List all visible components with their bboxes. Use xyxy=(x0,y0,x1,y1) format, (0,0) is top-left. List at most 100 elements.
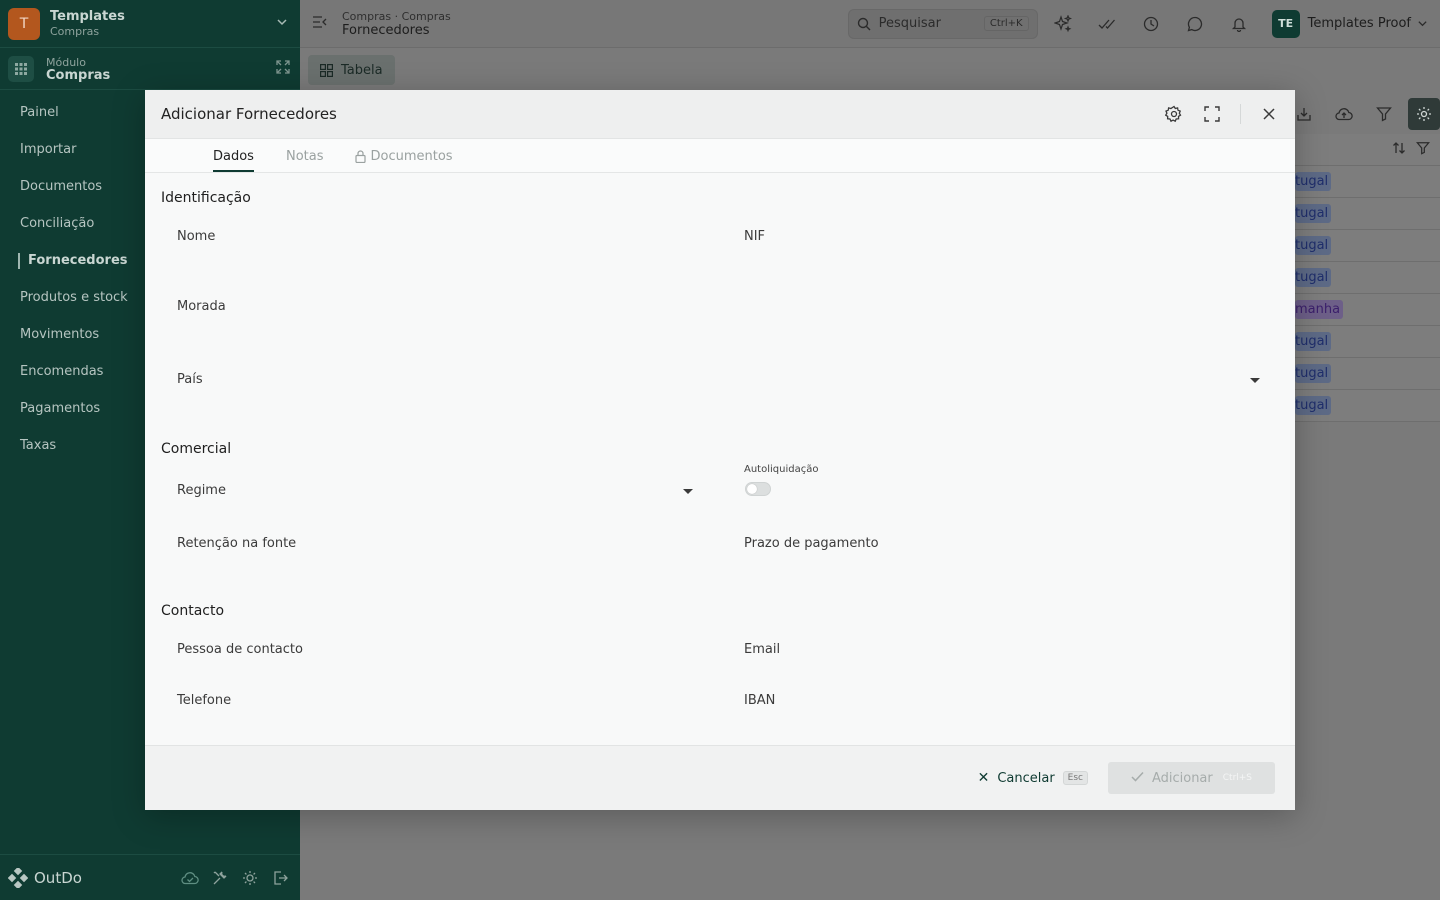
regime-dropdown-arrow-icon[interactable] xyxy=(683,489,693,494)
sidebar-footer: OutDo xyxy=(0,854,300,900)
table-row[interactable]: tugal xyxy=(1295,230,1440,262)
pessoa-contacto-field[interactable]: Pessoa de contacto xyxy=(177,642,303,657)
settings-icon[interactable] xyxy=(1408,98,1440,130)
module-switcher[interactable]: Módulo Compras xyxy=(0,48,300,90)
tools-icon[interactable] xyxy=(210,868,230,888)
sort-icon[interactable] xyxy=(1392,141,1406,159)
sidebar-item-label: Taxas xyxy=(20,438,57,453)
search-placeholder: Pesquisar xyxy=(878,16,941,31)
org-avatar: T xyxy=(8,7,40,40)
retencao-field[interactable]: Retenção na fonte xyxy=(177,536,296,551)
autoliquidacao-toggle[interactable] xyxy=(745,482,771,496)
logout-icon[interactable] xyxy=(270,868,290,888)
table-row[interactable]: tugal xyxy=(1295,166,1440,198)
dialog-footer: ✕ Cancelar Esc Adicionar Ctrl+S xyxy=(145,745,1295,810)
sidebar-item-label: Importar xyxy=(20,142,77,157)
org-name: Templates xyxy=(50,8,125,24)
table-row[interactable]: tugal xyxy=(1295,390,1440,422)
module-name: Compras xyxy=(46,67,111,83)
country-badge: tugal xyxy=(1295,364,1332,383)
country-badge: manha xyxy=(1295,300,1344,319)
double-check-icon[interactable] xyxy=(1096,13,1118,35)
filter-icon[interactable] xyxy=(1368,98,1400,130)
country-badge: tugal xyxy=(1295,332,1332,351)
table-row[interactable]: tugal xyxy=(1295,358,1440,390)
tab-label: Tabela xyxy=(341,62,383,78)
cloud-check-icon[interactable] xyxy=(180,868,200,888)
table-row[interactable]: manha xyxy=(1295,294,1440,326)
settings-icon[interactable] xyxy=(1164,104,1184,124)
avatar: TE xyxy=(1271,9,1300,38)
search-shortcut: Ctrl+K xyxy=(983,16,1029,31)
org-subtitle: Compras xyxy=(50,24,100,38)
dialog-tabs: Dados Notas Documentos xyxy=(145,139,1295,173)
dialog-header: Adicionar Fornecedores xyxy=(145,90,1295,139)
tab-notas[interactable]: Notas xyxy=(286,149,324,172)
pais-dropdown-arrow-icon[interactable] xyxy=(1250,378,1260,383)
topbar: Compras · Compras Fornecedores Pesquisar… xyxy=(300,0,1440,48)
prazo-field[interactable]: Prazo de pagamento xyxy=(744,536,879,551)
section-identificacao: Identificação xyxy=(161,190,251,206)
add-button[interactable]: Adicionar Ctrl+S xyxy=(1108,762,1275,794)
table-row[interactable]: tugal xyxy=(1295,326,1440,358)
dialog-body: Identificação Nome NIF Morada País Comer… xyxy=(145,173,1295,745)
regime-select[interactable]: Regime xyxy=(177,483,226,498)
tab-label: Documentos xyxy=(370,149,453,164)
table-row[interactable]: tugal xyxy=(1295,262,1440,294)
table-grid-icon xyxy=(320,63,333,77)
country-badge: tugal xyxy=(1295,396,1332,415)
cloud-upload-icon[interactable] xyxy=(1328,98,1360,130)
section-comercial: Comercial xyxy=(161,441,232,457)
cancel-button[interactable]: ✕ Cancelar Esc xyxy=(978,770,1088,786)
sun-icon[interactable] xyxy=(240,868,260,888)
add-label: Adicionar xyxy=(1151,770,1213,786)
divider xyxy=(1240,104,1241,124)
add-shortcut: Ctrl+S xyxy=(1222,773,1253,783)
collapse-sidebar-icon[interactable] xyxy=(312,15,328,33)
table-header xyxy=(1295,134,1440,166)
outdo-logo-icon xyxy=(8,867,28,888)
breadcrumb-path[interactable]: Compras · Compras xyxy=(342,10,848,24)
sidebar-item-label: Documentos xyxy=(20,179,103,194)
search-icon xyxy=(857,17,871,30)
add-supplier-dialog: Adicionar Fornecedores Dados Notas Docum… xyxy=(145,90,1295,810)
user-name: Templates Proof xyxy=(1307,16,1411,31)
sidebar-item-label: Movimentos xyxy=(20,327,100,342)
module-label: Módulo xyxy=(46,55,86,69)
fullscreen-icon[interactable] xyxy=(1202,104,1222,124)
nif-field[interactable]: NIF xyxy=(744,229,765,244)
chat-icon[interactable] xyxy=(1184,13,1206,35)
lock-icon xyxy=(355,150,367,163)
close-icon[interactable] xyxy=(1259,104,1279,124)
telefone-field[interactable]: Telefone xyxy=(177,693,231,708)
column-filter-icon[interactable] xyxy=(1416,141,1430,159)
tab-documentos[interactable]: Documentos xyxy=(355,149,453,172)
org-switcher[interactable]: T Templates Compras xyxy=(0,0,300,48)
sidebar-item-label: Encomendas xyxy=(20,364,104,379)
morada-field[interactable]: Morada xyxy=(177,299,226,314)
clock-icon[interactable] xyxy=(1140,13,1162,35)
tab-dados[interactable]: Dados xyxy=(213,149,254,172)
bell-icon[interactable] xyxy=(1228,13,1250,35)
breadcrumb: Compras · Compras Fornecedores xyxy=(342,10,848,38)
country-badge: tugal xyxy=(1295,268,1332,287)
brand: OutDo xyxy=(8,867,180,888)
cancel-label: Cancelar xyxy=(997,770,1055,786)
sparkles-icon[interactable] xyxy=(1052,13,1074,35)
pais-select[interactable]: País xyxy=(177,372,203,387)
chevron-down-icon[interactable] xyxy=(276,16,288,31)
tab-tabela[interactable]: Tabela xyxy=(308,55,395,85)
nome-field[interactable]: Nome xyxy=(177,229,215,244)
brand-name: OutDo xyxy=(34,868,82,887)
user-menu[interactable]: TE Templates Proof xyxy=(1271,9,1428,38)
grid-icon xyxy=(8,55,34,82)
country-badge: tugal xyxy=(1295,236,1332,255)
table-row[interactable]: tugal xyxy=(1295,198,1440,230)
chevron-down-icon xyxy=(1418,21,1427,27)
iban-field[interactable]: IBAN xyxy=(744,693,775,708)
suppliers-table: tugal tugal tugal tugal manha tugal tuga… xyxy=(1295,134,1440,422)
expand-icon[interactable] xyxy=(276,59,290,78)
search-input[interactable]: Pesquisar Ctrl+K xyxy=(847,8,1038,39)
email-field[interactable]: Email xyxy=(744,642,780,657)
autoliquidacao-label: Autoliquidação xyxy=(744,464,819,475)
